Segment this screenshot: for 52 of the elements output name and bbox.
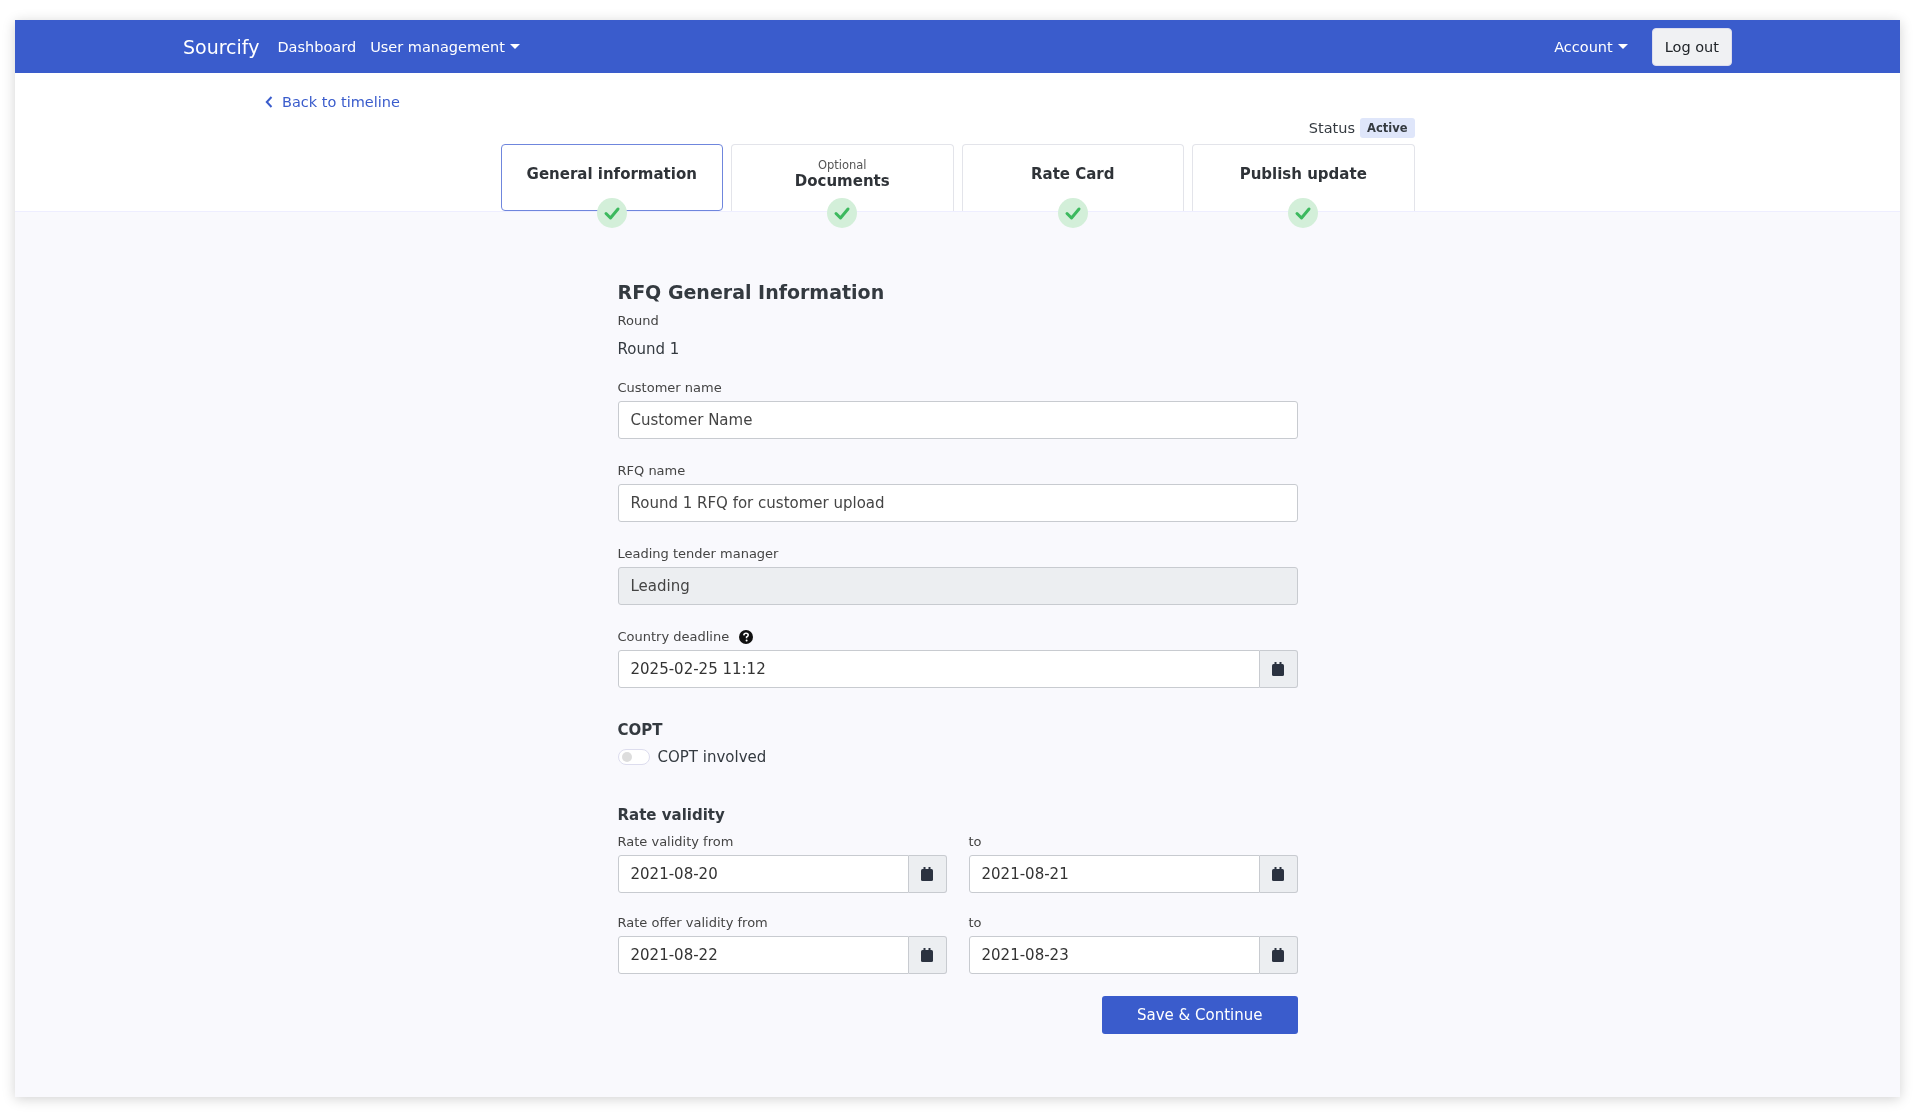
calendar-button[interactable] <box>1259 650 1298 688</box>
step-tab[interactable]: General information <box>500 144 723 211</box>
form-title: RFQ General Information <box>617 281 886 303</box>
help-icon[interactable] <box>739 629 754 644</box>
account-menu[interactable]: Account <box>1554 38 1628 55</box>
field-label: RFQ name <box>617 463 687 478</box>
field-label: Rate offer validity from <box>617 915 769 930</box>
status-label: Status <box>1308 120 1356 136</box>
field-label: Round <box>617 313 660 328</box>
tab-title: Publish update <box>1239 165 1367 183</box>
calendar-icon <box>921 867 933 881</box>
section-heading: Rate validity <box>617 806 726 824</box>
field-label: Leading tender manager <box>617 546 780 561</box>
tab-title: Rate Card <box>1031 165 1115 183</box>
calendar-icon <box>1272 662 1284 676</box>
calendar-button[interactable] <box>1259 855 1298 893</box>
save-continue-button[interactable]: Save & Continue <box>1102 996 1298 1034</box>
field-label: Customer name <box>617 380 723 395</box>
status-badge: Active <box>1360 118 1415 138</box>
step-tab[interactable]: Publish update <box>1192 144 1415 211</box>
date-field[interactable]: 2021-08-23 <box>968 936 1260 974</box>
step-tab[interactable]: Rate Card <box>961 144 1184 211</box>
nav-link[interactable]: Dashboard <box>277 38 357 55</box>
calendar-icon <box>1272 948 1284 962</box>
tab-title: General information <box>526 164 697 183</box>
back-link[interactable]: Back to timeline <box>265 94 400 110</box>
calendar-icon <box>1272 867 1284 881</box>
section-heading: COPT <box>617 721 664 739</box>
nav-link[interactable]: User management <box>370 38 520 55</box>
step-tab[interactable]: Optional Documents <box>731 144 954 211</box>
calendar-button[interactable] <box>908 855 947 893</box>
text-field[interactable]: Round 1 RFQ for customer upload <box>617 484 1298 522</box>
logout-button[interactable]: Log out <box>1651 27 1732 66</box>
round-value: Round 1 <box>617 340 681 358</box>
field-label: to <box>968 834 983 849</box>
date-field[interactable]: 2021-08-21 <box>968 855 1260 893</box>
date-field[interactable]: 2021-08-22 <box>617 936 909 974</box>
field-label: Rate validity from <box>617 834 735 849</box>
calendar-button[interactable] <box>908 936 947 974</box>
calendar-button[interactable] <box>1259 936 1298 974</box>
brand-logo[interactable]: Sourcify <box>183 35 260 58</box>
field-label: Country deadline <box>617 629 730 644</box>
date-field[interactable]: 2025-02-25 11:12 <box>617 650 1260 688</box>
date-field[interactable]: 2021-08-20 <box>617 855 909 893</box>
field-label: to <box>968 915 983 930</box>
chevron-left-icon <box>265 96 273 108</box>
tab-subtitle: Optional <box>817 158 867 172</box>
calendar-icon <box>921 948 933 962</box>
text-field[interactable]: Customer Name <box>617 401 1298 439</box>
tab-title: Documents <box>794 172 890 190</box>
toggle-switch[interactable] <box>617 749 650 765</box>
toggle-label: COPT involved <box>657 748 767 766</box>
